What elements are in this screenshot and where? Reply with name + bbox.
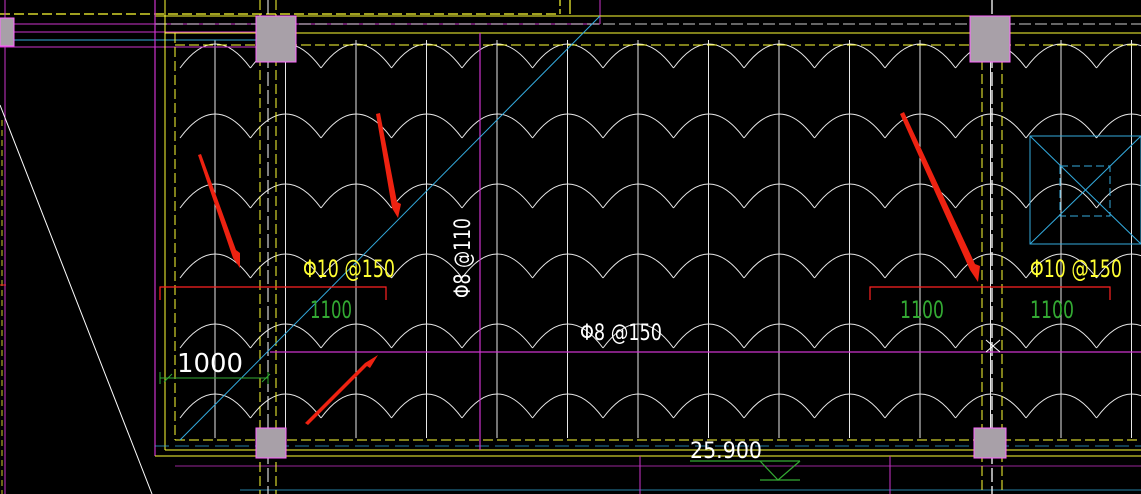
drawing-labels: Φ10 @150 Φ10 @150 Φ8 @110 Φ8 @150 1100 1… [177,218,1122,464]
elevation-label: 25.900 [690,439,762,464]
rebar-label-vertical: Φ8 @110 [451,218,476,298]
hatch-arc [1096,323,1141,349]
column-bottom-left [255,427,287,459]
rebar-label-left: Φ10 @150 [303,255,395,283]
slab-hatch-pattern [179,40,1141,438]
rebar-marks [159,286,1111,300]
cad-drawing-canvas[interactable]: Φ10 @150 Φ10 @150 Φ8 @110 Φ8 @150 1100 1… [0,0,1141,494]
dimension-label-left-1100: 1100 [310,296,352,324]
hatch-arc [1096,393,1141,419]
column-bottom-right [973,427,1007,459]
red-arrow-2 [376,113,401,218]
column-top-right [969,15,1011,63]
red-arrow-3 [305,355,378,425]
dimension-label-right-1100-a: 1100 [900,296,944,324]
column-top-left [255,15,297,63]
columns [0,15,1011,459]
hatch-arc [1096,113,1141,139]
dimension-label-1000: 1000 [177,349,243,379]
red-arrow-4 [900,112,980,282]
rebar-label-right: Φ10 @150 [1030,255,1122,283]
dimension-label-right-1100-b: 1100 [1030,296,1074,324]
rebar-label-mid: Φ8 @150 [580,321,662,346]
hatch-arc [1096,183,1141,209]
red-arrow-1 [198,154,240,268]
floor-slab-plan: Φ10 @150 Φ10 @150 Φ8 @110 Φ8 @150 1100 1… [0,0,1141,494]
hatch-arc [1096,43,1141,69]
beam-lines [0,0,1141,494]
slab-opening-symbol [1029,135,1141,245]
column-edge-left [0,17,15,47]
